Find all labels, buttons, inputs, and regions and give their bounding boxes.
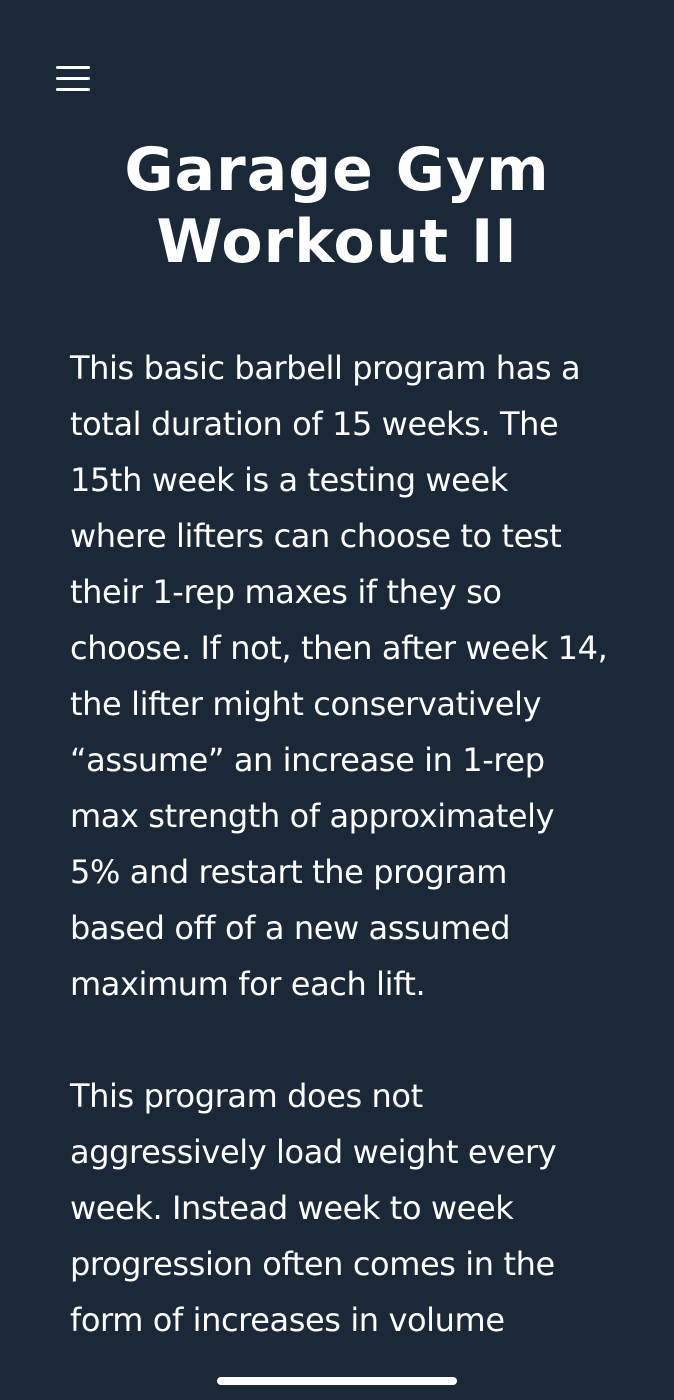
hamburger-menu-icon[interactable] xyxy=(50,60,96,96)
menu-icon-bar xyxy=(56,65,90,69)
article-paragraph: This program does not aggressively load … xyxy=(70,1077,557,1339)
article-paragraph: This basic barbell program has a total d… xyxy=(70,349,608,1003)
menu-icon-bar xyxy=(56,76,90,80)
app-screen: Garage Gym Workout II This basic barbell… xyxy=(0,0,674,1400)
home-indicator[interactable] xyxy=(217,1377,457,1385)
menu-icon-bar xyxy=(56,87,90,91)
page-title: Garage Gym Workout II xyxy=(124,135,550,277)
article-body[interactable]: This basic barbell program has a total d… xyxy=(70,340,610,1400)
